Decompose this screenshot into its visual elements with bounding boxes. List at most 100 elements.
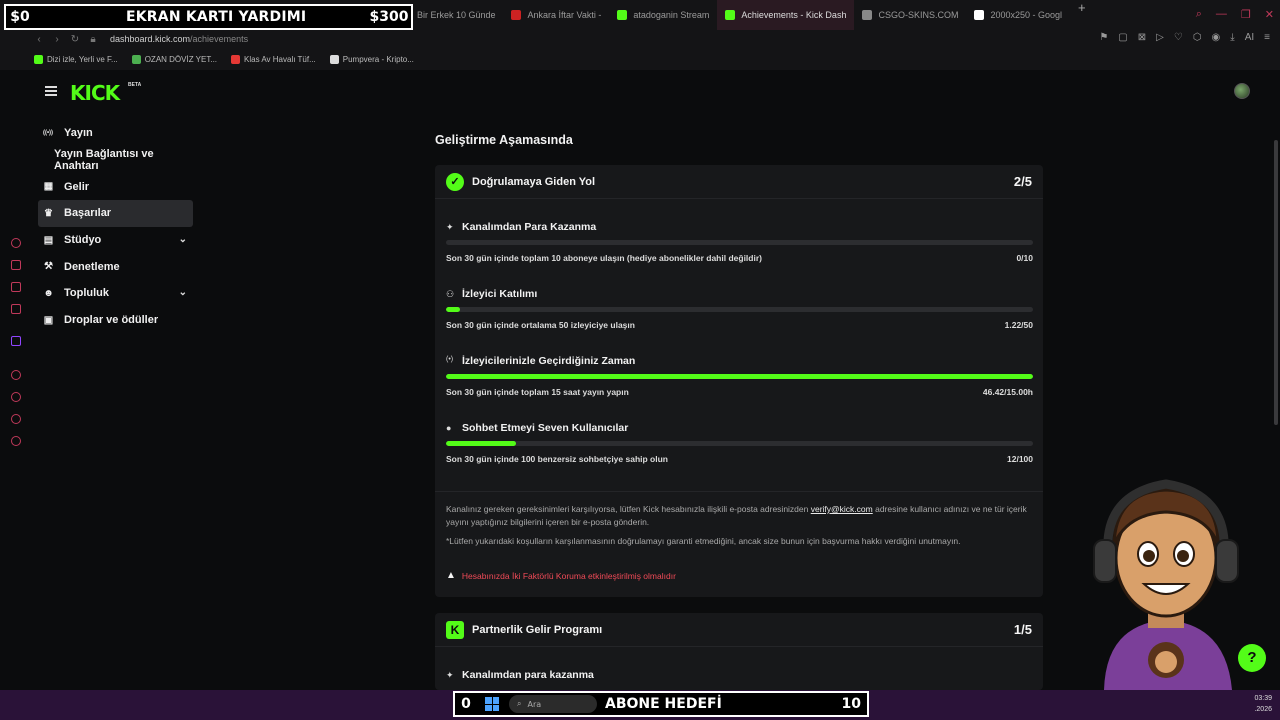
card-title: Doğrulamaya Giden Yol [472, 176, 596, 188]
close-icon[interactable]: ✕ [1265, 8, 1274, 21]
minimize-icon[interactable]: — [1216, 8, 1227, 21]
extensions-icon[interactable]: ⬡ [1193, 32, 1202, 43]
verify-email-link[interactable]: verify@kick.com [811, 504, 873, 514]
bookmark-icon[interactable]: ⚑ [1099, 32, 1108, 43]
requirement-item: ⚇ İzleyici Katılımı Son 30 gün içinde orta… [446, 288, 1033, 348]
tab-favicon-icon [862, 10, 873, 20]
player-sidebar-icon[interactable] [11, 370, 21, 380]
progress-bar [446, 441, 1033, 446]
verification-card: ✓ Doğrulamaya Giden Yol 2/5 ✦ Kanalımdan … [435, 165, 1043, 597]
sidebar-item[interactable]: ▣ Droplar ve ödüller [38, 307, 193, 334]
sidebar-item[interactable]: ☻ Topluluk ⌄ [38, 280, 193, 307]
browser-tab[interactable]: CSGO-SKINS.COM [854, 0, 966, 30]
bookmarks-bar: Dizi izle, Yerli ve F... OZAN DÖVİZ YET..… [0, 48, 1280, 70]
address-bar-tools: ⚑ ▢ ⊠ ▷ ♡ ⬡ ◉ ⤓ AI ≡ [1099, 32, 1270, 43]
requirement-description: Son 30 gün içinde ortalama 50 izleyiciye… [446, 320, 635, 330]
reload-icon[interactable]: ↻ [66, 34, 84, 45]
wrench-icon: ⚒ [44, 261, 53, 273]
requirement-title: İzleyicilerinizle Geçirdiğiniz Zaman [462, 355, 636, 367]
taskbar-search[interactable]: ⌕ Ara [509, 695, 597, 713]
snapshot-icon[interactable]: ▢ [1118, 32, 1127, 43]
menu-icon[interactable]: ≡ [1264, 32, 1270, 43]
history-icon[interactable] [11, 392, 21, 402]
sidebar-item-label: Topluluk [64, 287, 110, 300]
search-icon[interactable]: ⌕ [1196, 8, 1202, 21]
help-chat-button[interactable]: ? [1238, 644, 1266, 672]
page-title: Geliştirme Aşamasında [435, 133, 573, 147]
bookmark-item[interactable]: Pumpvera - Kripto... [329, 54, 414, 64]
profile-icon[interactable]: ◉ [1212, 32, 1221, 43]
opera-sidebar [0, 70, 32, 690]
two-factor-warning[interactable]: ▲ Hesabınızda İki Faktörlü Koruma etkinl… [446, 570, 676, 581]
requirement-title: Sohbet Etmeyi Seven Kullanıcılar [462, 422, 629, 434]
requirement-description: Son 30 gün içinde 100 benzersiz sohbetçi… [446, 454, 669, 464]
settings-icon[interactable] [11, 436, 21, 446]
sparkle-icon: ✦ [446, 670, 454, 680]
chevron-down-icon[interactable]: ⌄ [179, 287, 187, 298]
sidebar-item[interactable]: Yayın Bağlantısı ve Anahtarı [38, 147, 193, 174]
clock-date: .2026 [1254, 706, 1272, 713]
sidebar-item[interactable]: ⚒ Denetleme [38, 253, 193, 280]
url-field[interactable]: dashboard.kick.com/achievements [110, 34, 248, 44]
tab-favicon-icon [617, 10, 628, 20]
maximize-icon[interactable]: ❐ [1241, 8, 1251, 21]
pinboard-icon[interactable] [11, 414, 21, 424]
sidebar-item[interactable]: ▤ Stüdyo ⌄ [38, 227, 193, 254]
player-icon[interactable]: ▷ [1156, 32, 1164, 43]
bookmark-item[interactable]: Klas Av Havalı Tüf... [231, 54, 316, 64]
requirement-description: Son 30 gün içinde toplam 15 saat yayın y… [446, 387, 629, 397]
kick-logo[interactable]: KICK [70, 81, 120, 105]
browser-tab[interactable]: Achievements - Kick Dash [717, 0, 855, 30]
progress-fill [446, 441, 517, 446]
chevron-down-icon[interactable]: ⌄ [179, 234, 187, 245]
avatar[interactable] [1234, 83, 1250, 99]
tab-label: Achievements - Kick Dash [741, 10, 847, 20]
verified-badge-icon: ✓ [446, 173, 464, 191]
requirement-item: (•) İzleyicilerinizle Geçirdiğiniz Zaman S… [446, 355, 1033, 415]
sidebar-app-icon[interactable] [11, 260, 21, 270]
download-icon[interactable]: ⤓ [1230, 32, 1234, 43]
bookmark-label: Pumpvera - Kripto... [342, 54, 414, 64]
tab-label: CSGO-SKINS.COM [878, 10, 959, 20]
sidebar-app-icon[interactable] [11, 238, 21, 248]
windows-start-icon[interactable] [485, 697, 499, 711]
sidebar-item[interactable]: ♛ Başarılar [38, 200, 193, 227]
tab-favicon-icon [725, 10, 736, 20]
bookmark-item[interactable]: Dizi izle, Yerli ve F... [34, 54, 118, 64]
bookmark-favicon-icon [329, 54, 339, 64]
chat-icon: ● [446, 423, 452, 433]
goal-current-value: $0 [10, 9, 30, 25]
bookmark-item[interactable]: OZAN DÖVİZ YET... [131, 54, 217, 64]
sidebar-item[interactable]: ▦ Gelir [38, 173, 193, 200]
sub-goal-target: 10 [841, 696, 861, 712]
browser-tab[interactable]: atadoganin Stream [609, 0, 717, 30]
sub-goal-title: ABONE HEDEFİ [605, 696, 722, 712]
search-icon: ⌕ [517, 699, 522, 708]
forward-icon[interactable]: › [48, 34, 66, 45]
bookmark-label: Klas Av Havalı Tüf... [244, 54, 316, 64]
back-icon[interactable]: ‹ [30, 34, 48, 45]
partner-program-card: K Partnerlik Gelir Programı 1/5 ✦ Kanalı… [435, 613, 1043, 690]
sparkle-icon: ✦ [446, 222, 454, 232]
sidebar-item[interactable]: ((•)) Yayın [38, 120, 193, 147]
requirement-title: Kanalımdan para kazanma [462, 669, 594, 681]
sidebar-app-icon[interactable] [11, 304, 21, 314]
twitch-icon[interactable] [11, 336, 21, 346]
disclaimer-text: *Lütfen yukarıdaki koşulların karşılanma… [446, 536, 961, 546]
adblock-icon[interactable]: ⊠ [1138, 32, 1146, 43]
new-tab-icon[interactable]: + [1070, 0, 1094, 30]
heart-icon[interactable]: ♡ [1174, 32, 1183, 43]
address-bar: ‹ › ↻ 🔒︎ dashboard.kick.com/achievements… [0, 30, 1280, 48]
hamburger-menu-icon[interactable] [45, 86, 57, 96]
aria-ai-button[interactable]: AI [1245, 32, 1254, 43]
bookmark-favicon-icon [34, 54, 43, 64]
page-scrollbar[interactable] [1274, 140, 1278, 425]
sidebar-app-icon[interactable] [11, 282, 21, 292]
card-header: K Partnerlik Gelir Programı 1/5 [435, 613, 1043, 647]
taskbar-clock[interactable]: 03:39 .2026 [1254, 693, 1272, 715]
tab-label: Bir Erkek 10 Günde [416, 10, 496, 20]
gift-icon: ▣ [43, 314, 54, 326]
browser-tab[interactable]: 2000x250 - Googl [966, 0, 1070, 30]
clock-time: 03:39 [1254, 695, 1272, 702]
browser-tab[interactable]: Ankara İftar Vakti - [503, 0, 609, 30]
